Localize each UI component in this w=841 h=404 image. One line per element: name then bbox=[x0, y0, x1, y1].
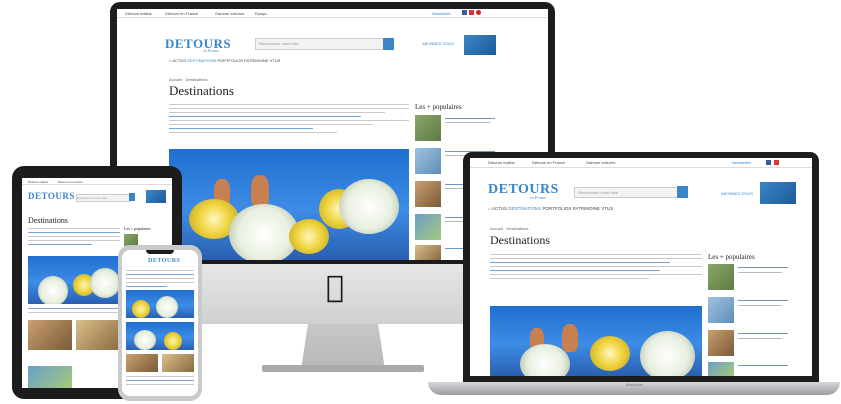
hero-image bbox=[28, 256, 120, 304]
search-input[interactable]: Recherchez votre idée bbox=[574, 187, 679, 198]
subscribe-link[interactable]: ABONNEZ-VOUS bbox=[721, 191, 753, 196]
article-thumbnail[interactable] bbox=[708, 264, 734, 290]
nav-item-portfolios[interactable]: PORTFOLIOS bbox=[542, 206, 571, 211]
article-thumbnail[interactable] bbox=[162, 354, 194, 372]
nav-item-patrimoine[interactable]: PATRIMOINE bbox=[573, 206, 600, 211]
intro-text bbox=[490, 254, 702, 282]
nav-item-actus[interactable]: ACTUS bbox=[492, 206, 507, 211]
youtube-icon[interactable] bbox=[469, 10, 474, 15]
nav-item-destinations[interactable]: DESTINATIONS bbox=[508, 206, 541, 211]
pinterest-icon[interactable] bbox=[476, 10, 481, 15]
article-thumbnail[interactable] bbox=[415, 245, 441, 260]
nav-item-destinations[interactable]: DESTINATIONS bbox=[187, 58, 216, 63]
phone-notch bbox=[146, 250, 174, 254]
search-icon[interactable] bbox=[129, 193, 135, 201]
topbar-link[interactable]: Détours en France bbox=[532, 160, 565, 165]
sidebar-title: Les + populaires bbox=[708, 253, 755, 261]
topbar-link[interactable]: Détours malins bbox=[28, 180, 48, 184]
youtube-icon[interactable] bbox=[774, 160, 779, 165]
magazine-cover[interactable] bbox=[146, 190, 166, 203]
topbar-link[interactable]: Détours en France bbox=[165, 11, 198, 16]
article-thumbnail[interactable] bbox=[76, 320, 120, 350]
article-thumbnail[interactable] bbox=[415, 115, 441, 141]
topbar-link[interactable]: Gamme voitures bbox=[215, 11, 244, 16]
article-thumbnail[interactable] bbox=[708, 297, 734, 323]
article-thumbnail[interactable] bbox=[708, 330, 734, 356]
nav-item-portfolios[interactable]: PORTFOLIOS bbox=[217, 58, 243, 63]
main-nav: ⌂ ACTUS DESTINATIONS PORTFOLIOS PATRIMOI… bbox=[169, 58, 280, 63]
nav-item-vtus[interactable]: VTUS bbox=[270, 58, 281, 63]
search-icon[interactable] bbox=[677, 186, 688, 198]
phone-screen: DETOURS bbox=[122, 250, 198, 396]
newsletter-link[interactable]: Newsletter bbox=[732, 160, 751, 165]
hero-image bbox=[490, 306, 702, 376]
imac-stand-base bbox=[262, 365, 424, 372]
topbar-link[interactable]: Détours malins bbox=[125, 11, 152, 16]
intro-text bbox=[169, 104, 409, 136]
laptop-screen: Détours malins Détours en France Gamme v… bbox=[470, 158, 812, 376]
sidebar-title: Les + populaires bbox=[124, 226, 151, 231]
article-thumbnail[interactable] bbox=[708, 362, 734, 376]
facebook-icon[interactable] bbox=[462, 10, 467, 15]
article-thumbnail[interactable] bbox=[415, 181, 441, 207]
intro-text bbox=[28, 228, 120, 248]
article-thumbnail[interactable] bbox=[28, 366, 72, 388]
search-input[interactable]: Recherchez votre idée bbox=[255, 38, 388, 50]
nav-item-actus[interactable]: ACTUS bbox=[172, 58, 186, 63]
site-logo[interactable]: DETOURS bbox=[28, 191, 75, 201]
sidebar-title: Les + populaires bbox=[415, 103, 462, 111]
topbar-link[interactable]: Gamme voitures bbox=[586, 160, 615, 165]
magazine-cover[interactable] bbox=[464, 35, 496, 55]
newsletter-link[interactable]: Newsletter bbox=[432, 11, 451, 16]
site-logo[interactable]: DETOURS bbox=[488, 182, 559, 198]
search-input[interactable]: Recherchez votre idée bbox=[76, 194, 130, 202]
site-logo-sub: en France bbox=[203, 48, 220, 53]
article-list bbox=[28, 308, 120, 316]
site-logo[interactable]: DETOURS bbox=[148, 258, 180, 264]
hero-image bbox=[169, 149, 409, 260]
article-thumbnail[interactable] bbox=[415, 148, 441, 174]
main-nav: ⌂ ACTUS DESTINATIONS PORTFOLIOS PATRIMOI… bbox=[488, 206, 613, 211]
laptop-brand: MacBook bbox=[626, 382, 643, 387]
article-thumbnail[interactable] bbox=[126, 354, 158, 372]
subscribe-link[interactable]: ABONNEZ-VOUS bbox=[422, 41, 454, 46]
breadcrumb[interactable]: Accueil · Destinations bbox=[490, 226, 528, 231]
page-title: Destinations bbox=[490, 233, 550, 247]
nav-item-patrimoine[interactable]: PATRIMOINE bbox=[244, 58, 268, 63]
nav-item-vtus[interactable]: VTUS bbox=[601, 206, 613, 211]
intro-text bbox=[126, 270, 194, 290]
search-icon[interactable] bbox=[383, 38, 394, 50]
imac-topbar: Détours malins Détours en France Gamme v… bbox=[117, 9, 548, 18]
topbar-link[interactable]: Epoqu bbox=[255, 11, 267, 16]
topbar-link[interactable]: Détours en France bbox=[58, 180, 83, 184]
tablet-topbar: Détours malins Détours en France bbox=[22, 178, 172, 185]
hero-image bbox=[126, 290, 194, 318]
topbar-link[interactable]: Détours malins bbox=[488, 160, 515, 165]
laptop-topbar: Détours malins Détours en France Gamme v… bbox=[470, 158, 812, 168]
hero-image bbox=[126, 322, 194, 350]
article-list bbox=[126, 376, 194, 388]
facebook-icon[interactable] bbox=[766, 160, 771, 165]
magazine-cover[interactable] bbox=[760, 182, 796, 204]
article-thumbnail[interactable] bbox=[415, 214, 441, 240]
breadcrumb[interactable]: Accueil · Destinations bbox=[169, 77, 207, 82]
page-title: Destinations bbox=[28, 216, 68, 225]
site-logo-sub: en France bbox=[530, 195, 547, 200]
apple-logo-icon:  bbox=[316, 270, 354, 306]
article-thumbnail[interactable] bbox=[28, 320, 72, 350]
site-logo[interactable]: DETOURS bbox=[165, 36, 231, 52]
page-title: Destinations bbox=[169, 83, 234, 98]
